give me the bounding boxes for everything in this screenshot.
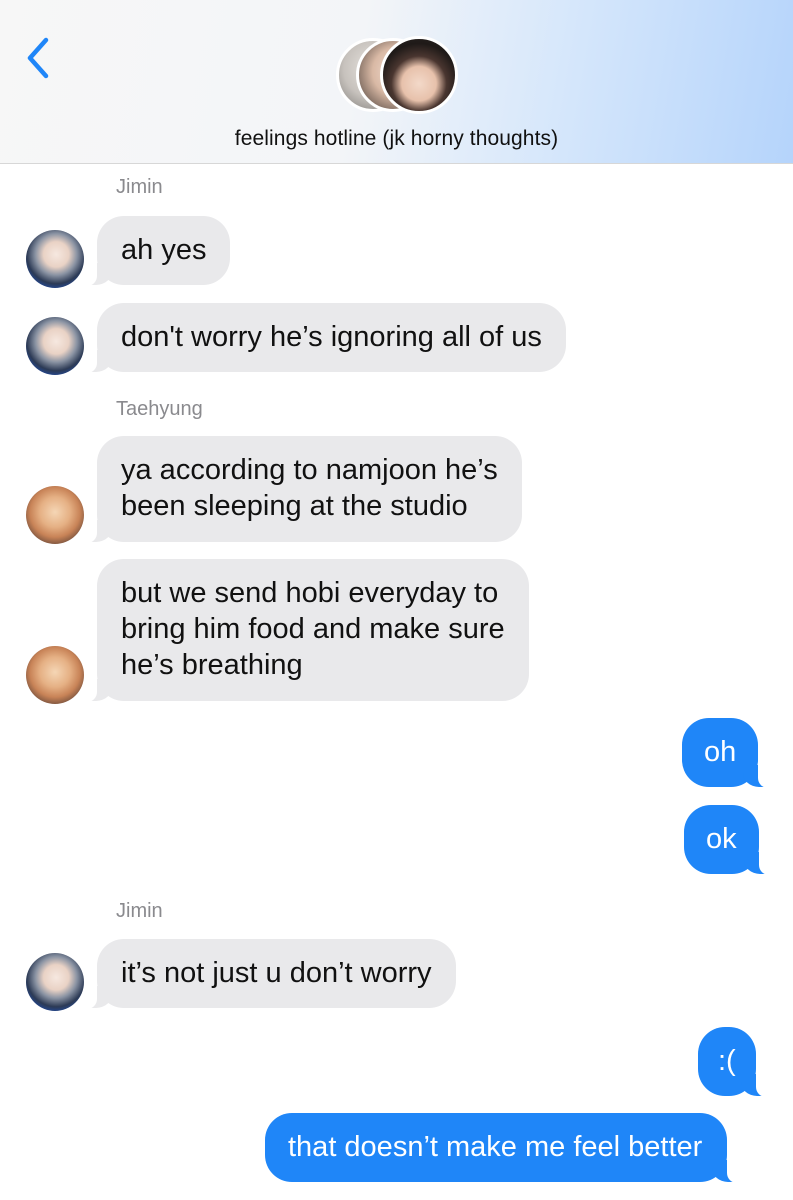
avatar[interactable] — [26, 486, 84, 544]
back-button[interactable] — [22, 36, 58, 80]
message-text: ok — [706, 823, 737, 855]
group-avatar-stack[interactable] — [336, 36, 460, 114]
message-text: don't worry he’s ignoring all of us — [121, 321, 542, 353]
message-text: but we send hobi everyday to — [121, 577, 499, 609]
chevron-left-icon — [27, 37, 49, 79]
message-bubble-incoming[interactable]: don't worry he’s ignoring all of us — [86, 303, 566, 373]
message-text: ya according to namjoon he’s — [121, 454, 498, 486]
group-member-avatar — [380, 36, 458, 114]
message-bubble-incoming[interactable]: it’s not just u don’t worry — [86, 939, 456, 1009]
message-bubble-outgoing[interactable]: :( — [698, 1027, 767, 1097]
message-text: that doesn’t make me feel better — [288, 1131, 703, 1163]
avatar[interactable] — [26, 953, 84, 1011]
avatar[interactable] — [26, 317, 84, 375]
message-text: bring him food and make sure — [121, 613, 505, 645]
message-text: been sleeping at the studio — [121, 490, 468, 522]
message-bubble-incoming[interactable]: ah yes — [85, 216, 231, 286]
message-text: oh — [704, 736, 737, 768]
avatar[interactable] — [26, 646, 84, 704]
avatar[interactable] — [26, 230, 84, 288]
chat-header: feelings hotline (jk horny thoughts) — [0, 0, 793, 164]
sender-name: Jimin — [116, 900, 163, 922]
message-text: he’s breathing — [121, 649, 303, 681]
message-text: ah yes — [121, 234, 207, 266]
sender-name: Jimin — [116, 176, 163, 198]
group-title[interactable]: feelings hotline (jk horny thoughts) — [0, 127, 793, 151]
message-bubble-outgoing[interactable]: ok — [684, 805, 770, 875]
message-text: it’s not just u don’t worry — [121, 957, 432, 989]
message-bubble-incoming[interactable]: ya according to namjoon he’s been sleepi… — [86, 436, 522, 543]
sender-name: Taehyung — [116, 398, 203, 420]
message-bubble-outgoing[interactable]: that doesn’t make me feel better — [265, 1113, 739, 1183]
message-bubble-incoming[interactable]: but we send hobi everyday to bring him f… — [86, 559, 529, 702]
message-bubble-outgoing[interactable]: oh — [682, 718, 770, 788]
message-text: :( — [718, 1045, 736, 1077]
